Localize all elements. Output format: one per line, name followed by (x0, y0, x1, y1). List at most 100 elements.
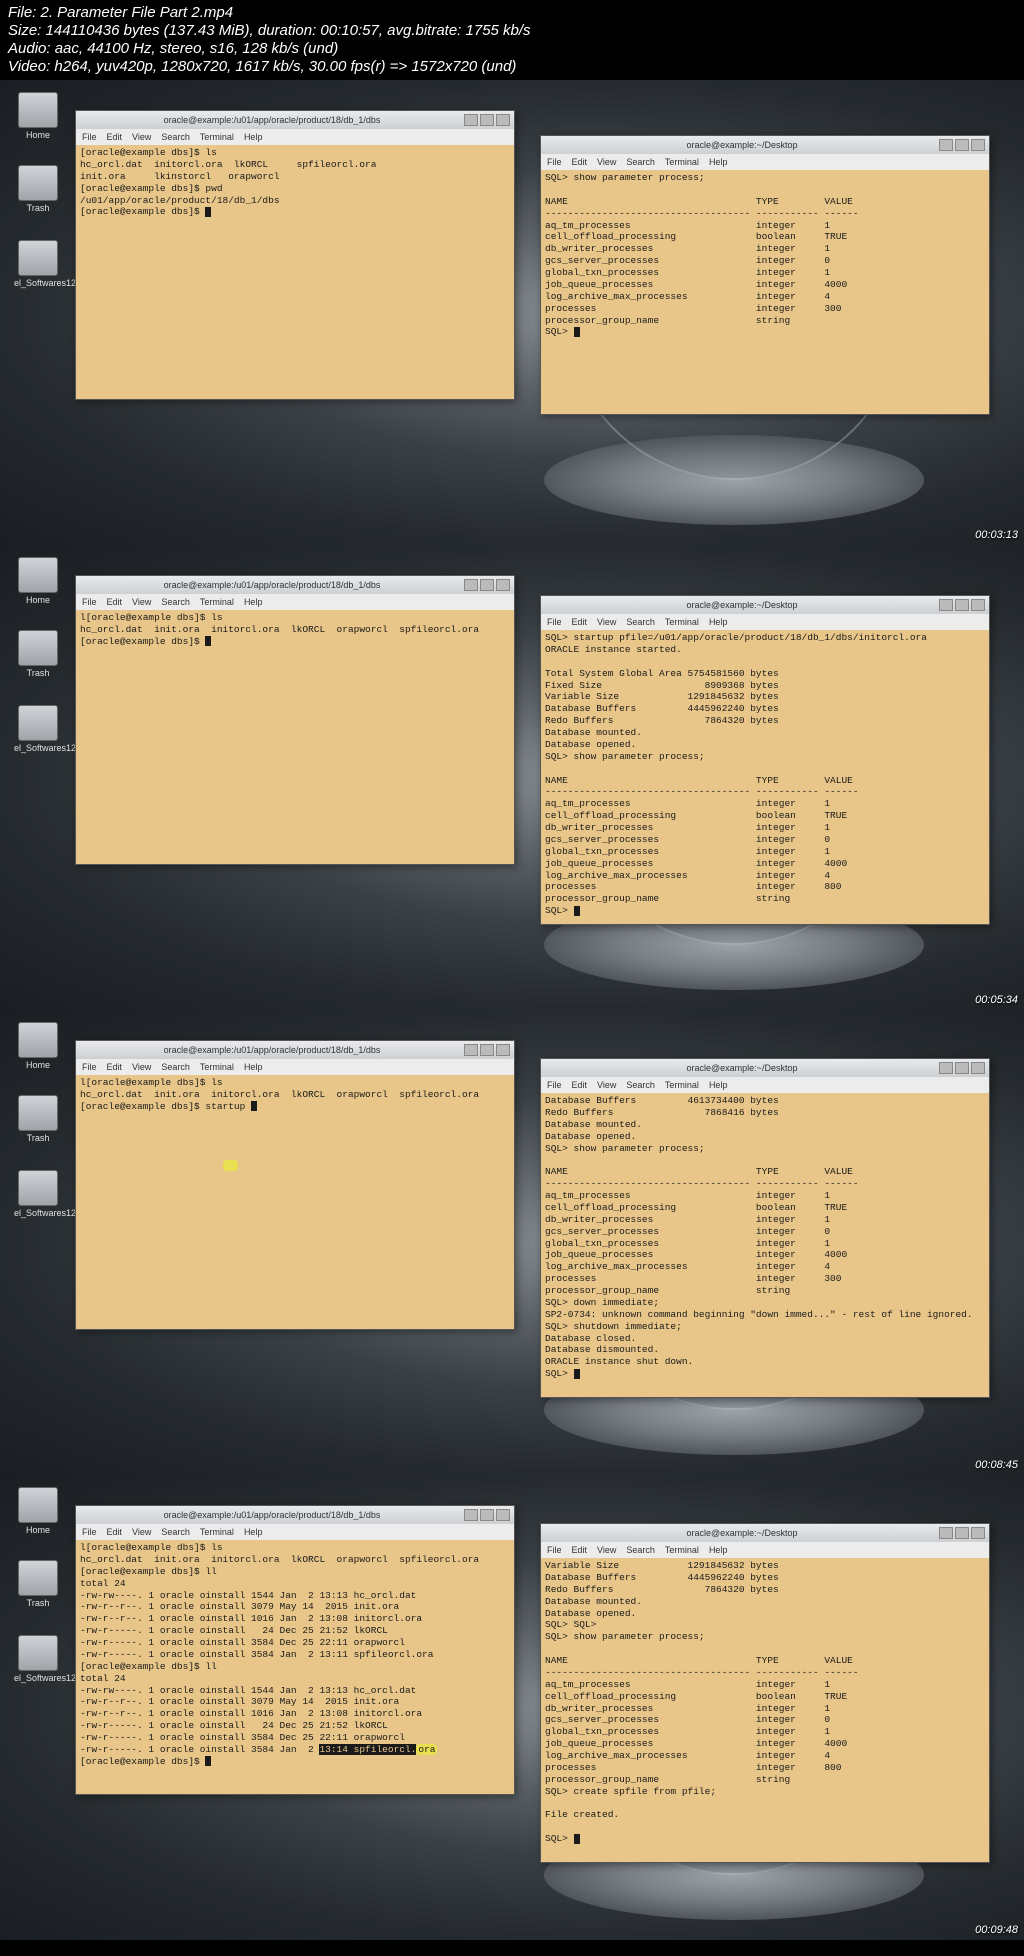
desktop-icon-home[interactable]: Home (14, 557, 62, 605)
max-icon[interactable] (955, 599, 969, 611)
menu-file[interactable]: File (82, 132, 97, 142)
terminal-right[interactable]: oracle@example:~/Desktop FileEditViewSea… (540, 1058, 990, 1398)
titlebar[interactable]: oracle@example:/u01/app/oracle/product/1… (76, 1506, 514, 1524)
menu-view[interactable]: View (132, 1527, 151, 1537)
menu-file[interactable]: File (547, 617, 562, 627)
menu-terminal[interactable]: Terminal (665, 1080, 699, 1090)
menu-edit[interactable]: Edit (572, 157, 588, 167)
desktop-icon-software[interactable]: el_Softwares12 (14, 1170, 62, 1218)
terminal-output[interactable]: SQL> show parameter process; NAME TYPE V… (541, 170, 989, 340)
max-icon[interactable] (955, 1527, 969, 1539)
close-icon[interactable] (971, 139, 985, 151)
menu-file[interactable]: File (547, 157, 562, 167)
terminal-output[interactable]: [oracle@example dbs]$ ls hc_orcl.dat ini… (76, 145, 514, 220)
terminal-output[interactable]: Variable Size 1291845632 bytes Database … (541, 1558, 989, 1847)
close-icon[interactable] (496, 114, 510, 126)
menu-terminal[interactable]: Terminal (200, 1062, 234, 1072)
menu-search[interactable]: Search (626, 617, 655, 627)
desktop-icon-trash[interactable]: Trash (14, 1560, 62, 1608)
desktop-icon-software[interactable]: el_Softwares12 (14, 705, 62, 753)
max-icon[interactable] (480, 1509, 494, 1521)
menu-edit[interactable]: Edit (572, 1545, 588, 1555)
desktop-icon-home[interactable]: Home (14, 1487, 62, 1535)
desktop-icon-software[interactable]: el_Softwares12 (14, 240, 62, 288)
terminal-output[interactable]: l[oracle@example dbs]$ ls hc_orcl.dat in… (76, 1075, 514, 1174)
titlebar[interactable]: oracle@example:/u01/app/oracle/product/1… (76, 1041, 514, 1059)
close-icon[interactable] (496, 1509, 510, 1521)
titlebar[interactable]: oracle@example:~/Desktop (541, 596, 989, 614)
terminal-output[interactable]: l[oracle@example dbs]$ ls hc_orcl.dat in… (76, 1540, 514, 1770)
menu-file[interactable]: File (82, 1062, 97, 1072)
terminal-output[interactable]: SQL> startup pfile=/u01/app/oracle/produ… (541, 630, 989, 919)
menu-file[interactable]: File (547, 1080, 562, 1090)
menu-view[interactable]: View (597, 1080, 616, 1090)
terminal-left[interactable]: oracle@example:/u01/app/oracle/product/1… (75, 110, 515, 400)
menu-help[interactable]: Help (709, 617, 728, 627)
menu-help[interactable]: Help (244, 597, 263, 607)
titlebar[interactable]: oracle@example:/u01/app/oracle/product/1… (76, 576, 514, 594)
terminal-left[interactable]: oracle@example:/u01/app/oracle/product/1… (75, 1505, 515, 1795)
menu-terminal[interactable]: Terminal (200, 597, 234, 607)
min-icon[interactable] (939, 1527, 953, 1539)
desktop-icon-trash[interactable]: Trash (14, 1095, 62, 1143)
menu-edit[interactable]: Edit (107, 1062, 123, 1072)
desktop-icon-home[interactable]: Home (14, 92, 62, 140)
min-icon[interactable] (939, 599, 953, 611)
menu-view[interactable]: View (132, 1062, 151, 1072)
menu-search[interactable]: Search (161, 132, 190, 142)
menu-file[interactable]: File (82, 1527, 97, 1537)
menu-view[interactable]: View (132, 597, 151, 607)
titlebar[interactable]: oracle@example:/u01/app/oracle/product/1… (76, 111, 514, 129)
terminal-output[interactable]: Database Buffers 4613734400 bytes Redo B… (541, 1093, 989, 1382)
menu-edit[interactable]: Edit (572, 1080, 588, 1090)
max-icon[interactable] (480, 579, 494, 591)
desktop-icon-software[interactable]: el_Softwares12 (14, 1635, 62, 1683)
terminal-left[interactable]: oracle@example:/u01/app/oracle/product/1… (75, 1040, 515, 1330)
menu-terminal[interactable]: Terminal (200, 132, 234, 142)
menu-edit[interactable]: Edit (572, 617, 588, 627)
min-icon[interactable] (464, 1044, 478, 1056)
max-icon[interactable] (955, 139, 969, 151)
menu-help[interactable]: Help (244, 132, 263, 142)
menu-edit[interactable]: Edit (107, 597, 123, 607)
desktop-icon-trash[interactable]: Trash (14, 630, 62, 678)
menu-search[interactable]: Search (161, 597, 190, 607)
max-icon[interactable] (480, 1044, 494, 1056)
menu-terminal[interactable]: Terminal (200, 1527, 234, 1537)
terminal-right[interactable]: oracle@example:~/Desktop File Edit View Sea… (540, 595, 990, 925)
menu-search[interactable]: Search (626, 157, 655, 167)
menu-file[interactable]: File (547, 1545, 562, 1555)
menu-view[interactable]: View (597, 157, 616, 167)
desktop-icon-home[interactable]: Home (14, 1022, 62, 1070)
max-icon[interactable] (955, 1062, 969, 1074)
terminal-output[interactable]: l[oracle@example dbs]$ ls hc_orcl.dat in… (76, 610, 514, 650)
max-icon[interactable] (480, 114, 494, 126)
titlebar[interactable]: oracle@example:~/Desktop (541, 136, 989, 154)
menu-view[interactable]: View (597, 617, 616, 627)
terminal-right[interactable]: oracle@example:~/Desktop File Edit View Sea… (540, 135, 990, 415)
close-icon[interactable] (971, 1062, 985, 1074)
min-icon[interactable] (464, 114, 478, 126)
menu-terminal[interactable]: Terminal (665, 617, 699, 627)
menu-view[interactable]: View (132, 132, 151, 142)
desktop-icon-trash[interactable]: Trash (14, 165, 62, 213)
menu-file[interactable]: File (82, 597, 97, 607)
menu-help[interactable]: Help (244, 1062, 263, 1072)
close-icon[interactable] (496, 579, 510, 591)
min-icon[interactable] (464, 1509, 478, 1521)
menu-edit[interactable]: Edit (107, 132, 123, 142)
menu-search[interactable]: Search (161, 1062, 190, 1072)
min-icon[interactable] (939, 139, 953, 151)
titlebar[interactable]: oracle@example:~/Desktop (541, 1524, 989, 1542)
menu-help[interactable]: Help (709, 1545, 728, 1555)
menu-view[interactable]: View (597, 1545, 616, 1555)
menu-edit[interactable]: Edit (107, 1527, 123, 1537)
menu-search[interactable]: Search (161, 1527, 190, 1537)
menu-help[interactable]: Help (709, 1080, 728, 1090)
menu-terminal[interactable]: Terminal (665, 157, 699, 167)
terminal-left[interactable]: oracle@example:/u01/app/oracle/product/1… (75, 575, 515, 865)
min-icon[interactable] (939, 1062, 953, 1074)
close-icon[interactable] (971, 599, 985, 611)
close-icon[interactable] (971, 1527, 985, 1539)
close-icon[interactable] (496, 1044, 510, 1056)
